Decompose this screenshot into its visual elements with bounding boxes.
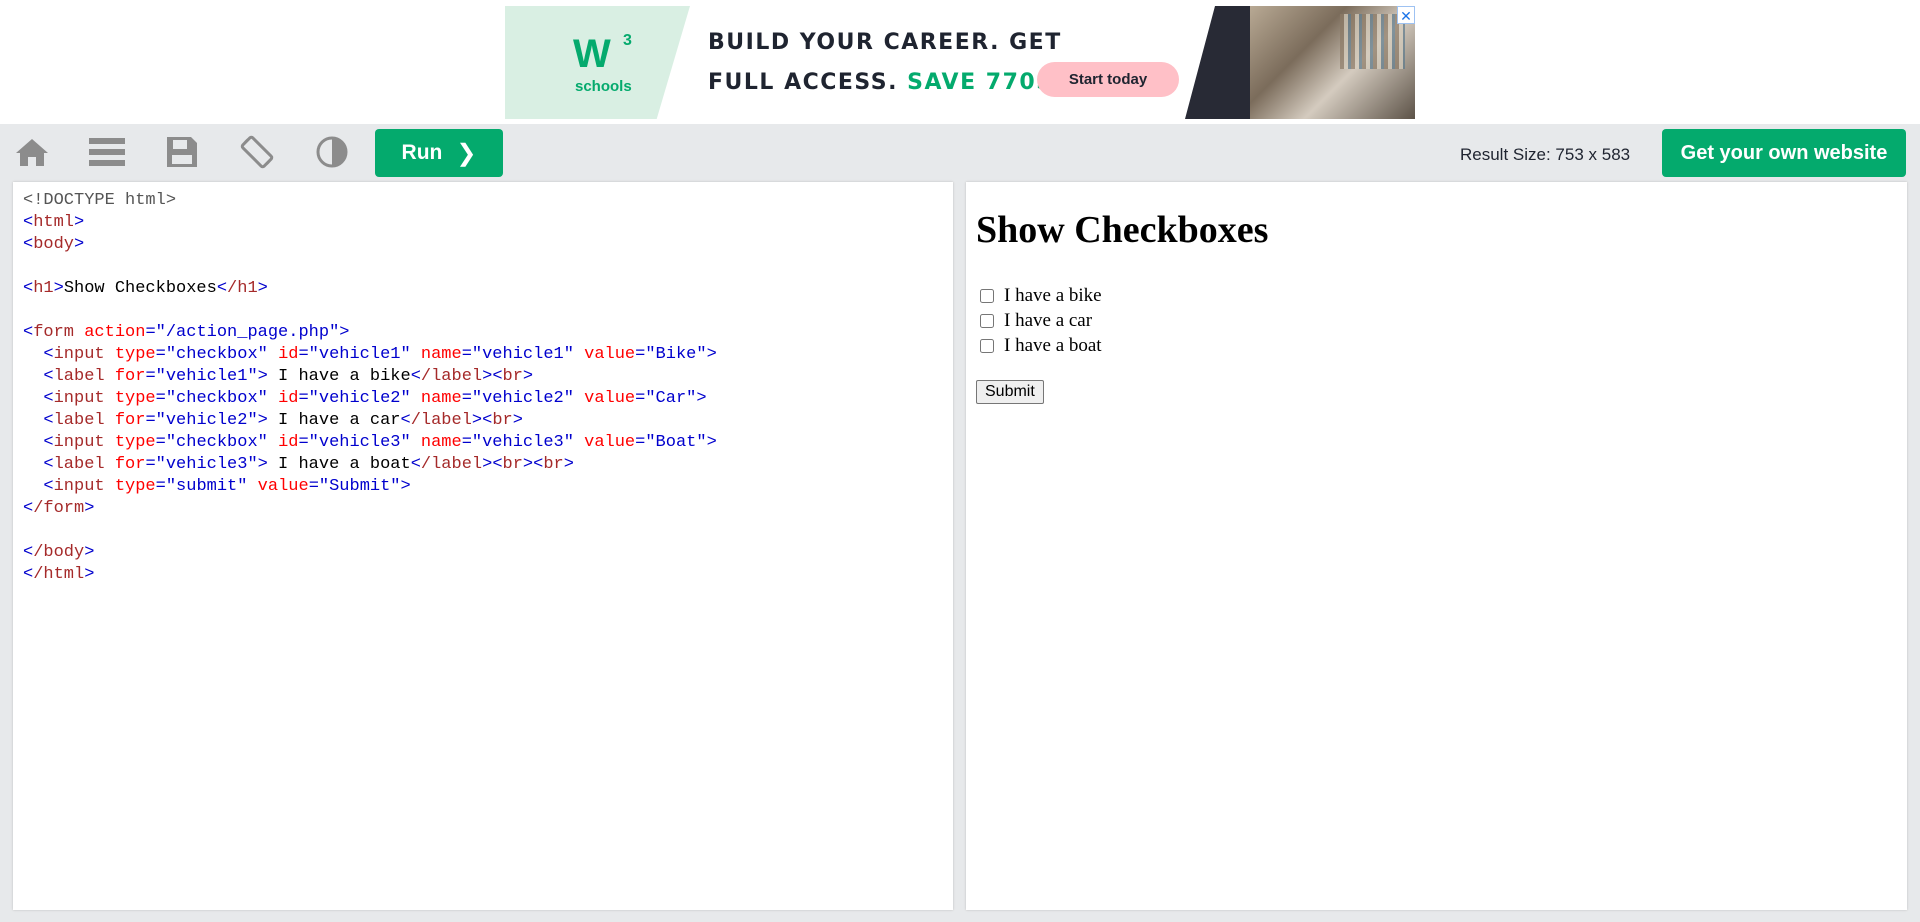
code-line: <input type="submit" value="Submit">: [43, 477, 411, 496]
submit-button[interactable]: Submit: [976, 380, 1044, 404]
ad-headline-line2: FULL ACCESS. SAVE 770$: [708, 70, 1053, 95]
result-heading: Show Checkboxes: [976, 209, 1269, 251]
ad-strip: W 3 schools BUILD YOUR CAREER. GET FULL …: [0, 0, 1920, 124]
toolbar: Run ❯ Result Size: 753 x 583 Get your ow…: [0, 124, 1920, 180]
ad-cta-button[interactable]: Start today: [1037, 62, 1179, 97]
ad-logo-text: schools: [575, 78, 632, 95]
ad-headline-prefix: FULL ACCESS.: [708, 70, 898, 95]
checkbox-boat[interactable]: [980, 339, 994, 353]
code-line: <label for="vehicle3"> I have a boat</la…: [43, 455, 574, 474]
code-line: <input type="checkbox" id="vehicle1" nam…: [43, 345, 717, 364]
code-line: ​: [23, 520, 953, 542]
code-line: </body>: [23, 543, 95, 562]
checkbox-bike[interactable]: [980, 289, 994, 303]
code-line: <html>: [23, 213, 85, 232]
ad-headline-highlight: SAVE 770$: [907, 70, 1053, 95]
result-frame: Show Checkboxes I have a bike I have a c…: [966, 182, 1907, 910]
result-size-readout: Result Size: 753 x 583: [1460, 145, 1631, 164]
code-content[interactable]: <!DOCTYPE html><html><body>​<h1>Show Che…: [13, 182, 953, 586]
code-line: ​: [23, 256, 953, 278]
contrast-icon[interactable]: [312, 136, 352, 168]
code-line: <body>: [23, 235, 85, 254]
code-line: <input type="checkbox" id="vehicle3" nam…: [43, 433, 717, 452]
ad-dark-panel: [1185, 6, 1260, 119]
ad-logo-mark: W: [573, 32, 611, 76]
code-line: ​: [23, 300, 953, 322]
code-line: <label for="vehicle2"> I have a car</lab…: [43, 411, 523, 430]
checkbox-car[interactable]: [980, 314, 994, 328]
menu-icon[interactable]: [87, 136, 127, 168]
ad-logo-superscript: 3: [623, 32, 632, 49]
checkbox-label-boat[interactable]: I have a boat: [1004, 335, 1102, 357]
save-icon[interactable]: [162, 136, 202, 168]
checkbox-row-bike: I have a bike: [980, 285, 1102, 307]
checkbox-row-car: I have a car: [980, 310, 1092, 332]
ad-close-icon[interactable]: ✕: [1397, 6, 1415, 24]
code-editor[interactable]: <!DOCTYPE html><html><body>​<h1>Show Che…: [13, 182, 953, 910]
code-line: <input type="checkbox" id="vehicle2" nam…: [43, 389, 707, 408]
ad-headline-line1: BUILD YOUR CAREER. GET: [708, 30, 1062, 55]
ad-photo: [1250, 6, 1415, 119]
get-own-website-button[interactable]: Get your own website: [1662, 129, 1906, 177]
ad-banner[interactable]: W 3 schools BUILD YOUR CAREER. GET FULL …: [505, 6, 1415, 119]
chevron-right-icon: ❯: [456, 139, 477, 167]
code-line: </form>: [23, 499, 95, 518]
home-icon[interactable]: [12, 136, 52, 168]
checkbox-row-boat: I have a boat: [980, 335, 1102, 357]
code-line: <form action="/action_page.php">: [23, 323, 350, 342]
code-line: <h1>Show Checkboxes</h1>: [23, 279, 268, 298]
rotate-icon[interactable]: [237, 135, 277, 169]
checkbox-label-bike[interactable]: I have a bike: [1004, 285, 1102, 307]
checkbox-label-car[interactable]: I have a car: [1004, 310, 1092, 332]
run-button[interactable]: Run ❯: [375, 129, 503, 177]
run-button-label: Run: [401, 141, 443, 164]
code-line: <!DOCTYPE html>: [23, 191, 177, 210]
code-line: <label for="vehicle1"> I have a bike</la…: [43, 367, 534, 386]
code-line: </html>: [23, 565, 95, 584]
